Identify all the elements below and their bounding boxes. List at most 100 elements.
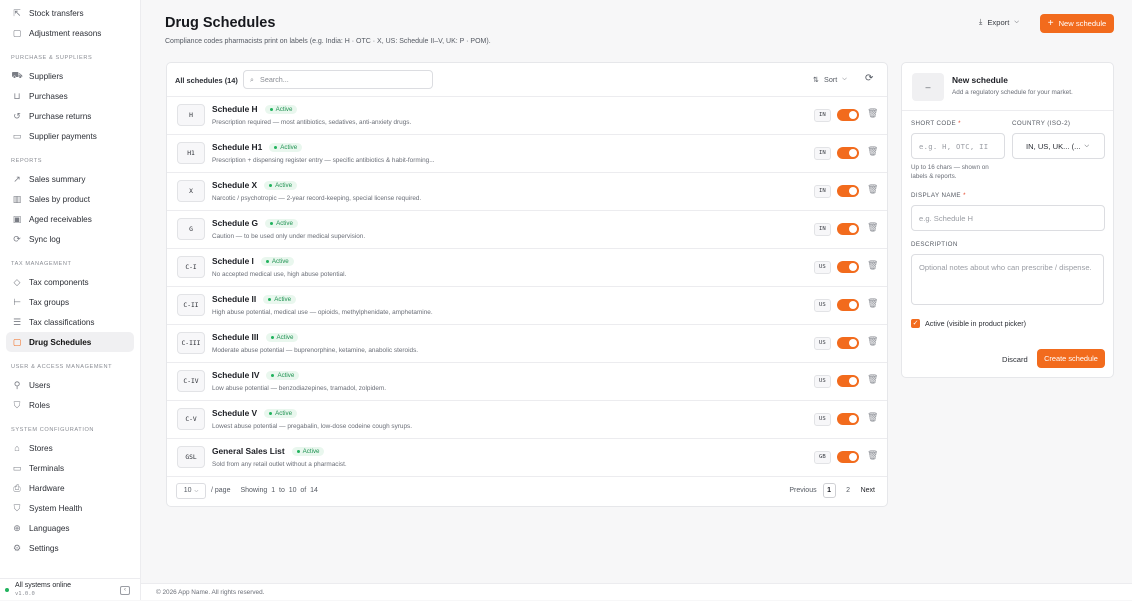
schedule-name: Schedule III xyxy=(212,332,259,342)
display-name-input[interactable]: e.g. Schedule H xyxy=(911,205,1105,231)
status-text: Active xyxy=(276,220,293,227)
status-dot xyxy=(265,260,269,263)
per-page-select[interactable]: 10 ⌵ xyxy=(176,482,206,499)
active-toggle[interactable] xyxy=(837,223,859,235)
sidebar-item-tax-classifications[interactable]: ☰ Tax classifications xyxy=(6,312,134,332)
sidebar-item-tax-components[interactable]: ◇ Tax components xyxy=(6,272,134,292)
status-badge: Active xyxy=(265,333,299,342)
country-tag: US xyxy=(814,413,831,426)
trash-icon[interactable]: 🗑 xyxy=(867,412,878,423)
schedule-row[interactable]: GSL General Sales List Active Sold from any… xyxy=(167,439,887,477)
schedule-description: Caution — to be used only under medical … xyxy=(212,233,366,240)
trash-icon[interactable]: 🗑 xyxy=(867,336,878,347)
sidebar-item-stores[interactable]: ⌂ Stores xyxy=(6,438,134,458)
schedule-row[interactable]: C-III Schedule III Active Moderate abuse po… xyxy=(167,325,887,363)
active-toggle[interactable] xyxy=(837,299,859,311)
sidebar-item-roles[interactable]: ⛉ Roles xyxy=(6,395,134,415)
trash-icon[interactable]: 🗑 xyxy=(867,298,878,309)
status-badge: Active xyxy=(264,105,298,114)
schedule-row[interactable]: C-V Schedule V Active Lowest abuse potentia… xyxy=(167,401,887,439)
active-toggle[interactable] xyxy=(837,337,859,349)
sidebar-item-sales-summary[interactable]: ↗ Sales summary xyxy=(6,169,134,189)
active-toggle[interactable] xyxy=(837,451,859,463)
trash-icon[interactable]: 🗑 xyxy=(867,374,878,385)
active-toggle[interactable] xyxy=(837,109,859,121)
sidebar-item-label: Purchase returns xyxy=(29,111,92,121)
schedule-row[interactable]: C-IV Schedule IV Active Low abuse potential… xyxy=(167,363,887,401)
sidebar-item-terminals[interactable]: ▭ Terminals xyxy=(6,458,134,478)
sidebar-item-label: Tax components xyxy=(29,277,89,287)
active-toggle[interactable] xyxy=(837,375,859,387)
trash-icon[interactable]: 🗑 xyxy=(867,146,878,157)
sidebar-item-users[interactable]: ⚲ Users xyxy=(6,375,134,395)
schedule-row[interactable]: X Schedule X Active Narcotic / psychotropic… xyxy=(167,173,887,211)
sidebar-item-languages[interactable]: ⊕ Languages xyxy=(6,518,134,538)
page-2-button[interactable]: 2 xyxy=(842,483,855,498)
next-page-button[interactable]: Next xyxy=(861,487,875,494)
new-schedule-button[interactable]: + New schedule xyxy=(1040,14,1114,33)
description-textarea[interactable]: Optional notes about who can prescribe /… xyxy=(911,254,1104,305)
app-version: v1.0.0 xyxy=(15,590,35,597)
plus-icon: + xyxy=(1047,18,1054,29)
schedule-name: Schedule H1 xyxy=(212,142,263,152)
schedule-row[interactable]: H1 Schedule H1 Active Prescription + dispen… xyxy=(167,135,887,173)
schedule-row[interactable]: C-II Schedule II Active High abuse potentia… xyxy=(167,287,887,325)
search-input[interactable]: ⌕ Search... xyxy=(243,70,433,89)
active-checkbox[interactable]: ✓ xyxy=(911,319,920,328)
sidebar-item-sync-log[interactable]: ⟳ Sync log xyxy=(6,229,134,249)
schedule-row[interactable]: G Schedule G Active Caution — to be used on… xyxy=(167,211,887,249)
schedule-row[interactable]: H Schedule H Active Prescription required —… xyxy=(167,97,887,135)
status-text: Active xyxy=(276,334,294,341)
form-title: New schedule xyxy=(952,75,1008,85)
sidebar-item-stock-transfers[interactable]: ⇱ Stock transfers xyxy=(6,3,134,23)
section-label-purchase: PURCHASE & SUPPLIERS xyxy=(11,55,93,61)
previous-page-button[interactable]: Previous xyxy=(789,487,816,494)
sidebar-item-supplier-payments[interactable]: ▭ Supplier payments xyxy=(6,126,134,146)
sidebar-item-system-health[interactable]: ⛉ System Health xyxy=(6,498,134,518)
list-tree-icon: ⊢ xyxy=(13,296,21,307)
active-checkbox-row[interactable]: ✓ Active (visible in product picker) xyxy=(911,319,1026,328)
sidebar-item-purchases[interactable]: ⊔ Purchases xyxy=(6,86,134,106)
trash-icon[interactable]: 🗑 xyxy=(867,260,878,271)
active-toggle[interactable] xyxy=(837,413,859,425)
trash-icon[interactable]: 🗑 xyxy=(867,222,878,233)
gear-icon: ⚙ xyxy=(12,542,22,553)
sidebar-item-aged-receivables[interactable]: ▣ Aged receivables xyxy=(6,209,134,229)
create-schedule-button[interactable]: Create schedule xyxy=(1037,349,1105,368)
sidebar-item-sales-by-product[interactable]: ▥ Sales by product xyxy=(6,189,134,209)
active-toggle[interactable] xyxy=(837,261,859,273)
schedule-name-line: Schedule II Active xyxy=(212,294,297,304)
sidebar-item-settings[interactable]: ⚙ Settings xyxy=(6,538,134,558)
sidebar-item-drug-schedules[interactable]: ▢ Drug Schedules xyxy=(6,332,134,352)
trash-icon[interactable]: 🗑 xyxy=(867,184,878,195)
schedule-name: Schedule I xyxy=(212,256,254,266)
sidebar-item-suppliers[interactable]: ⛟ Suppliers xyxy=(6,66,134,86)
schedule-name-line: Schedule H1 Active xyxy=(212,142,303,152)
status-badge: Active xyxy=(291,447,325,456)
sidebar-item-tax-groups[interactable]: ⊢ Tax groups xyxy=(6,292,134,312)
country-select[interactable]: IN, US, UK... (... ⌵ xyxy=(1012,133,1105,159)
active-toggle[interactable] xyxy=(837,185,859,197)
collapse-sidebar-icon[interactable]: ‹ xyxy=(120,586,130,595)
sidebar-item-purchase-returns[interactable]: ↺ Purchase returns xyxy=(6,106,134,126)
active-label: Active (visible in product picker) xyxy=(925,319,1027,328)
schedule-row[interactable]: C-I Schedule I Active No accepted medical u… xyxy=(167,249,887,287)
note-icon: ▢ xyxy=(12,27,22,38)
export-button[interactable]: ⤓ Export ⌵ xyxy=(979,17,1019,27)
short-code-input[interactable]: e.g. H, OTC, II xyxy=(911,133,1005,159)
status-badge: Active xyxy=(263,295,297,304)
chevron-down-icon: ⌵ xyxy=(194,487,199,494)
sort-button[interactable]: ⇅ Sort ⌵ xyxy=(813,75,847,84)
short-code-label-text: SHORT CODE xyxy=(911,120,957,127)
shield-icon: ⛉ xyxy=(13,399,21,410)
trash-icon[interactable]: 🗑 xyxy=(867,450,878,461)
sidebar-item-adjustment-reasons[interactable]: ▢ Adjustment reasons xyxy=(6,23,134,43)
sidebar-item-hardware[interactable]: ⎙ Hardware xyxy=(6,478,134,498)
discard-button[interactable]: Discard xyxy=(1002,355,1028,364)
active-toggle[interactable] xyxy=(837,147,859,159)
card-icon: ▭ xyxy=(12,130,22,141)
page-1-button[interactable]: 1 xyxy=(822,483,836,498)
refresh-icon[interactable]: ⟳ xyxy=(865,73,873,84)
trash-icon[interactable]: 🗑 xyxy=(867,108,878,119)
section-label-tax: TAX MANAGEMENT xyxy=(11,261,72,267)
